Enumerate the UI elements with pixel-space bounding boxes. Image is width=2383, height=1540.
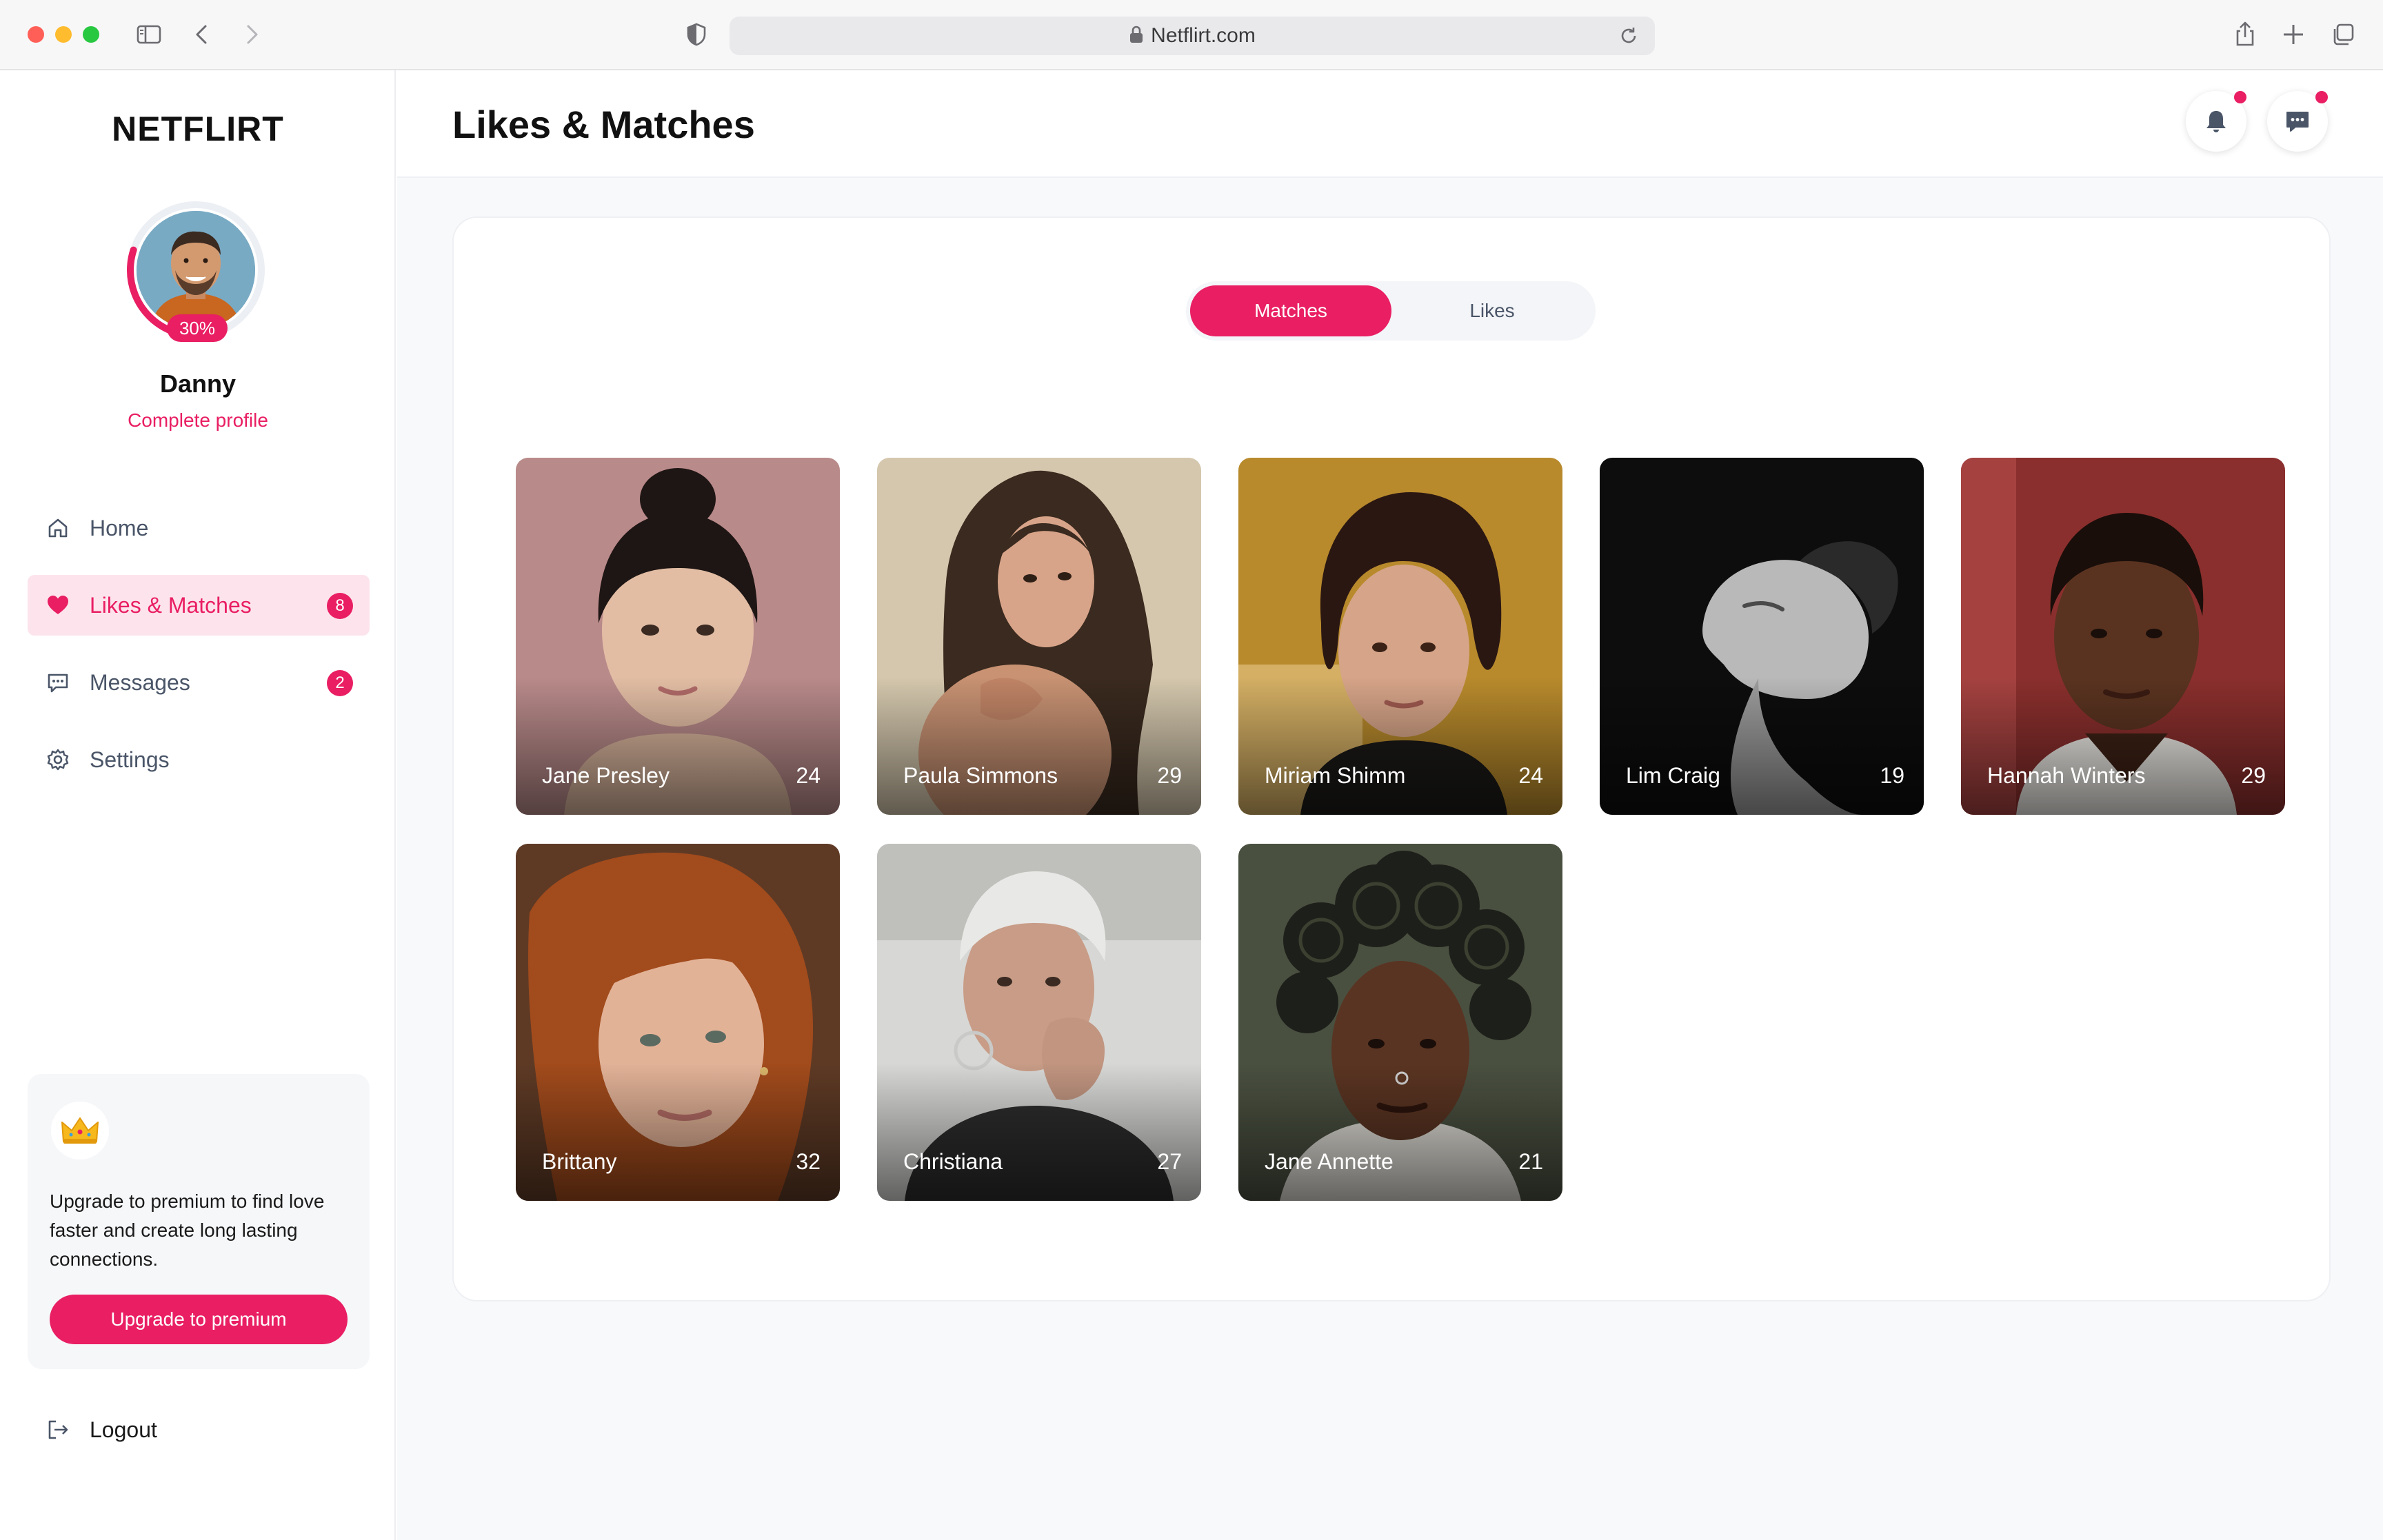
match-age: 29: [2241, 763, 2266, 788]
match-name: Miriam Shimm: [1265, 763, 1406, 788]
match-age: 32: [796, 1149, 821, 1174]
bell-icon: [2206, 111, 2226, 132]
main-content: Likes & Matches Matches Likes Jane Presl…: [397, 70, 2383, 1540]
tab-likes[interactable]: Likes: [1391, 285, 1593, 336]
match-age: 21: [1518, 1149, 1543, 1174]
match-name: Paula Simmons: [903, 763, 1058, 788]
back-icon[interactable]: [188, 19, 218, 50]
matches-panel: Matches Likes Jane Presley 24 Paula Simm…: [452, 216, 2331, 1301]
brand-logo[interactable]: NETFLIRT: [0, 109, 396, 149]
logout-label: Logout: [90, 1417, 157, 1442]
nav-label: Settings: [90, 747, 170, 772]
match-age: 24: [1518, 763, 1543, 788]
maximize-window-button[interactable]: [83, 26, 99, 43]
match-card[interactable]: Brittany 32: [516, 844, 840, 1201]
logout-button[interactable]: Logout: [46, 1413, 157, 1446]
home-icon: [46, 516, 70, 540]
close-window-button[interactable]: [28, 26, 44, 43]
new-tab-icon[interactable]: [2278, 19, 2309, 50]
avatar-photo: [137, 211, 255, 330]
minimize-window-button[interactable]: [55, 26, 72, 43]
match-card[interactable]: Jane Presley 24: [516, 458, 840, 815]
match-name: Lim Craig: [1626, 763, 1720, 788]
match-name: Brittany: [542, 1149, 617, 1174]
tab-matches[interactable]: Matches: [1190, 285, 1391, 336]
url-text: Netflirt.com: [1151, 24, 1256, 47]
match-card[interactable]: Hannah Winters 29: [1961, 458, 2285, 815]
likes-count-badge: 8: [327, 593, 353, 619]
profile-progress-badge: 30%: [167, 314, 228, 342]
messages-count-badge: 2: [327, 670, 353, 696]
lock-icon: [1129, 26, 1144, 47]
nav-label: Likes & Matches: [90, 592, 252, 618]
sidebar: NETFLIRT 30% Danny Complete profile Home…: [0, 70, 396, 1540]
match-age: 29: [1157, 763, 1182, 788]
reload-icon[interactable]: [1618, 25, 1640, 47]
user-name: Danny: [159, 369, 237, 398]
message-dot: [2315, 91, 2328, 103]
tab-overview-icon[interactable]: [2328, 19, 2358, 50]
match-card[interactable]: Lim Craig 19: [1600, 458, 1924, 815]
match-age: 19: [1880, 763, 1904, 788]
top-bar: Likes & Matches: [397, 70, 2383, 178]
match-name: Hannah Winters: [1987, 763, 2146, 788]
matches-likes-toggle: Matches Likes: [1186, 281, 1596, 341]
user-avatar[interactable]: 30%: [127, 201, 265, 342]
notifications-button[interactable]: [2186, 91, 2246, 152]
match-card[interactable]: Christiana 27: [877, 844, 1201, 1201]
share-icon[interactable]: [2230, 19, 2260, 50]
crown-icon: [51, 1102, 109, 1159]
match-name: Christiana: [903, 1149, 1003, 1174]
complete-profile-link[interactable]: Complete profile: [0, 409, 396, 432]
sidebar-toggle-icon[interactable]: [134, 19, 164, 50]
match-card[interactable]: Paula Simmons 29: [877, 458, 1201, 815]
nav-label: Home: [90, 515, 149, 540]
match-card[interactable]: Jane Annette 21: [1238, 844, 1562, 1201]
browser-toolbar: Netflirt.com: [0, 0, 2383, 70]
nav-label: Messages: [90, 669, 190, 695]
notification-dot: [2234, 91, 2246, 103]
heart-icon: [46, 593, 70, 618]
privacy-shield-icon[interactable]: [681, 19, 712, 50]
upgrade-description: Upgrade to premium to find love faster a…: [50, 1191, 325, 1270]
main-nav: Home Likes & Matches 8 Messages 2 Settin…: [28, 498, 370, 807]
match-age: 27: [1157, 1149, 1182, 1174]
match-name: Jane Annette: [1265, 1149, 1394, 1174]
match-card[interactable]: Miriam Shimm 24: [1238, 458, 1562, 815]
nav-item-likes-matches[interactable]: Likes & Matches 8: [28, 575, 370, 636]
messages-button[interactable]: [2267, 91, 2328, 152]
page-title: Likes & Matches: [452, 103, 755, 146]
chat-icon: [46, 670, 70, 695]
logout-icon: [46, 1417, 70, 1442]
upgrade-card: Upgrade to premium to find love faster a…: [28, 1074, 370, 1369]
match-name: Jane Presley: [542, 763, 670, 788]
nav-item-settings[interactable]: Settings: [28, 729, 370, 790]
nav-item-messages[interactable]: Messages 2: [28, 652, 370, 713]
nav-item-home[interactable]: Home: [28, 498, 370, 558]
chat-icon: [2286, 112, 2309, 132]
gear-icon: [46, 747, 70, 772]
forward-icon[interactable]: [236, 19, 266, 50]
match-age: 24: [796, 763, 821, 788]
address-bar[interactable]: Netflirt.com: [730, 17, 1655, 55]
upgrade-premium-button[interactable]: Upgrade to premium: [50, 1295, 348, 1344]
